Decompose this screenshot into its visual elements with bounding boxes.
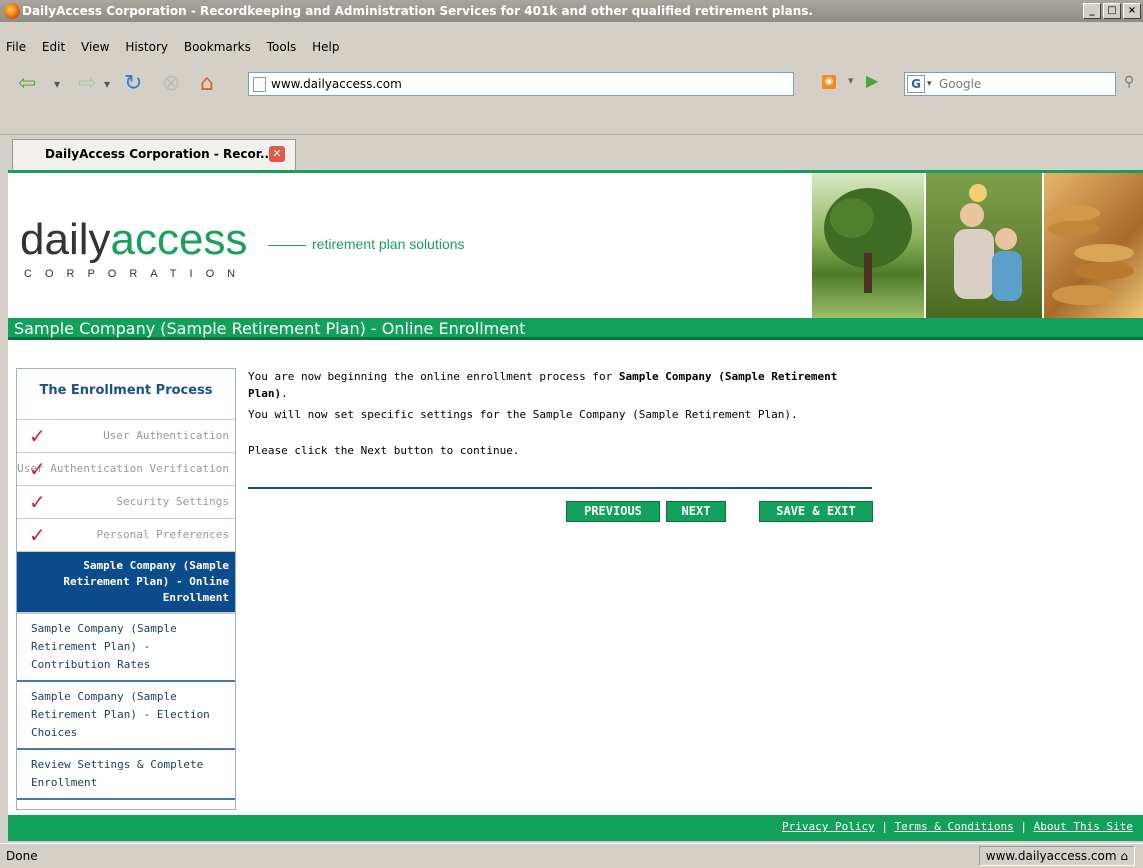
sidebar-item-election-choices[interactable]: Sample Company (Sample Retirement Plan) … xyxy=(17,682,235,750)
menu-bar: File Edit View History Bookmarks Tools H… xyxy=(0,36,1143,58)
engine-dropdown-icon[interactable]: ▾ xyxy=(927,73,932,95)
family-photo-icon xyxy=(954,184,1022,301)
content-divider xyxy=(248,487,872,489)
maximize-button[interactable]: □ xyxy=(1103,3,1121,19)
privacy-policy-link[interactable]: Privacy Policy xyxy=(782,820,875,833)
web-page: dailyaccess CORPORATION retirement plan … xyxy=(8,170,1143,841)
firefox-icon xyxy=(4,3,20,19)
url-dropdown-icon[interactable]: ▾ xyxy=(848,74,854,87)
lock-icon: ⌂ xyxy=(1120,849,1128,863)
tab-close-icon[interactable]: ✕ xyxy=(269,146,285,162)
sidebar-item-label: User Authentication Verification xyxy=(17,462,229,475)
back-dropdown-icon[interactable]: ▾ xyxy=(54,72,60,96)
search-magnifier-icon[interactable]: ⚲ xyxy=(1124,74,1134,90)
checkmark-icon: ✓ xyxy=(29,490,46,514)
enrollment-process-sidebar: The Enrollment Process ✓ User Authentica… xyxy=(16,368,236,810)
footer-separator: | xyxy=(881,820,888,833)
footer-links: Privacy Policy | Terms & Conditions | Ab… xyxy=(782,820,1133,833)
main-content: You are now beginning the online enrollm… xyxy=(248,368,888,459)
sidebar-item-label: Personal Preferences xyxy=(96,528,229,541)
page-footer: Privacy Policy | Terms & Conditions | Ab… xyxy=(8,815,1143,841)
status-url: www.dailyaccess.com ⌂ xyxy=(978,846,1135,866)
checkmark-icon: ✓ xyxy=(29,424,46,448)
sidebar-item-current-online-enrollment: Sample Company (Sample Retirement Plan) … xyxy=(17,552,235,614)
tree-icon xyxy=(824,188,912,293)
page-icon xyxy=(253,77,266,92)
url-text[interactable]: www.dailyaccess.com xyxy=(271,73,402,95)
sidebar-item-user-authentication-verification[interactable]: ✓ User Authentication Verification xyxy=(17,453,235,486)
reload-icon[interactable]: ↻ xyxy=(124,72,142,96)
page-title: Sample Company (Sample Retirement Plan) … xyxy=(8,318,1143,340)
sidebar-item-contribution-rates[interactable]: Sample Company (Sample Retirement Plan) … xyxy=(17,614,235,682)
tab-label: DailyAccess Corporation - Recor... xyxy=(45,147,274,161)
family-photo-image xyxy=(926,173,1042,318)
intro-line-1: You are now beginning the online enrollm… xyxy=(248,370,838,400)
save-exit-button[interactable]: SAVE & EXIT xyxy=(759,501,873,522)
menu-edit[interactable]: Edit xyxy=(42,40,65,54)
logo-daily-text: daily xyxy=(20,215,111,264)
tagline: retirement plan solutions xyxy=(268,236,465,252)
sidebar-heading: The Enrollment Process xyxy=(17,369,235,420)
menu-view[interactable]: View xyxy=(81,40,109,54)
tree-image xyxy=(812,173,924,318)
intro-line-3: Please click the Next button to continue… xyxy=(248,444,520,457)
window-controls: _ □ × xyxy=(1083,3,1141,19)
terms-conditions-link[interactable]: Terms & Conditions xyxy=(895,820,1014,833)
menu-bookmarks[interactable]: Bookmarks xyxy=(184,40,251,54)
menu-file[interactable]: File xyxy=(6,40,26,54)
header-banner-images xyxy=(812,173,1143,318)
tab-strip: DailyAccess Corporation - Recor... ✕ xyxy=(0,134,1143,170)
sidebar-item-review-complete[interactable]: Review Settings & Complete Enrollment xyxy=(17,750,235,800)
intro-line-2: You will now set specific settings for t… xyxy=(248,408,798,421)
go-icon[interactable]: ▶ xyxy=(866,71,878,90)
sidebar-item-label: User Authentication xyxy=(103,429,229,442)
home-icon[interactable]: ⌂ xyxy=(200,72,214,96)
stop-icon[interactable]: ⊗ xyxy=(162,72,180,96)
checkmark-icon: ✓ xyxy=(29,457,46,481)
menu-tools[interactable]: Tools xyxy=(267,40,297,54)
minimize-button[interactable]: _ xyxy=(1083,3,1101,19)
forward-arrow-icon[interactable]: ⇨ xyxy=(78,72,96,96)
tagline-dash xyxy=(268,244,306,246)
status-bar: Done www.dailyaccess.com ⌂ xyxy=(0,843,1143,868)
forward-dropdown-icon[interactable]: ▾ xyxy=(104,72,110,96)
tagline-text: retirement plan solutions xyxy=(312,236,465,252)
coins-icon xyxy=(1048,205,1134,305)
search-box[interactable]: G ▾ Google xyxy=(904,72,1116,96)
status-text: Done xyxy=(6,849,38,863)
previous-button[interactable]: PREVIOUS xyxy=(566,501,660,522)
sidebar-item-label: Security Settings xyxy=(116,495,229,508)
tab-dailyaccess[interactable]: DailyAccess Corporation - Recor... ✕ xyxy=(12,139,296,170)
window-title: DailyAccess Corporation - Recordkeeping … xyxy=(22,4,813,18)
logo-access-text: access xyxy=(110,215,248,264)
rss-feed-icon[interactable]: ◉ xyxy=(822,75,836,89)
search-input[interactable]: Google xyxy=(939,73,981,95)
back-arrow-icon[interactable]: ⇦ xyxy=(18,72,36,96)
sidebar-item-user-authentication[interactable]: ✓ User Authentication xyxy=(17,420,235,453)
dailyaccess-logo[interactable]: dailyaccess CORPORATION xyxy=(20,215,249,281)
menu-history[interactable]: History xyxy=(125,40,168,54)
google-engine-icon[interactable]: G xyxy=(907,75,925,93)
coins-image xyxy=(1044,173,1143,318)
footer-separator: | xyxy=(1020,820,1028,833)
sidebar-item-security-settings[interactable]: ✓ Security Settings xyxy=(17,486,235,519)
logo-corporation-text: CORPORATION xyxy=(24,268,249,280)
about-site-link[interactable]: About This Site xyxy=(1034,820,1133,833)
sidebar-item-personal-preferences[interactable]: ✓ Personal Preferences xyxy=(17,519,235,552)
checkmark-icon: ✓ xyxy=(29,523,46,547)
url-bar[interactable]: www.dailyaccess.com xyxy=(248,72,794,96)
close-button[interactable]: × xyxy=(1123,3,1141,19)
window-titlebar: DailyAccess Corporation - Recordkeeping … xyxy=(0,0,1143,22)
next-button[interactable]: NEXT xyxy=(666,501,726,522)
menu-help[interactable]: Help xyxy=(312,40,339,54)
